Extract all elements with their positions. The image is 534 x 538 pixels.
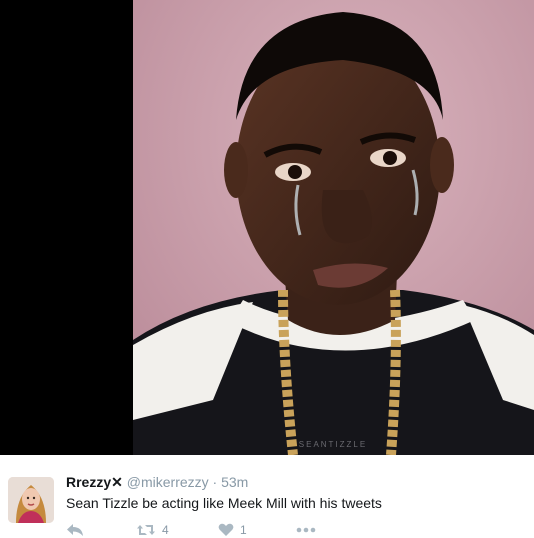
- retweet-icon: [136, 523, 156, 537]
- name-badge: ✕: [111, 474, 123, 490]
- user-handle[interactable]: @mikerrezzy: [127, 474, 209, 490]
- separator-dot: ·: [212, 474, 218, 490]
- tweet-media[interactable]: SEANTIZZLE: [0, 0, 534, 455]
- tweet-header: Rrezzy✕ @mikerrezzy · 53m: [66, 474, 248, 491]
- crying-man-photo: SEANTIZZLE: [133, 0, 534, 455]
- like-button[interactable]: 1: [218, 523, 296, 537]
- display-name[interactable]: Rrezzy: [66, 474, 111, 490]
- avatar[interactable]: [8, 477, 54, 523]
- more-button[interactable]: [296, 527, 326, 533]
- avatar-image: [8, 477, 54, 523]
- black-panel: [0, 0, 133, 455]
- tweet-actions: 4 1: [66, 522, 326, 538]
- tweet[interactable]: Rrezzy✕ @mikerrezzy · 53m Sean Tizzle be…: [0, 455, 534, 537]
- like-count: 1: [240, 523, 247, 537]
- retweet-count: 4: [162, 523, 169, 537]
- tweet-text: Sean Tizzle be acting like Meek Mill wit…: [66, 495, 382, 511]
- photo-watermark: SEANTIZZLE: [299, 440, 367, 449]
- heart-icon: [218, 523, 234, 537]
- more-icon: [296, 527, 316, 533]
- tweet-photo[interactable]: SEANTIZZLE: [133, 0, 534, 455]
- retweet-button[interactable]: 4: [136, 523, 218, 537]
- timestamp[interactable]: 53m: [221, 474, 248, 490]
- reply-button[interactable]: [66, 523, 136, 537]
- reply-icon: [66, 523, 84, 537]
